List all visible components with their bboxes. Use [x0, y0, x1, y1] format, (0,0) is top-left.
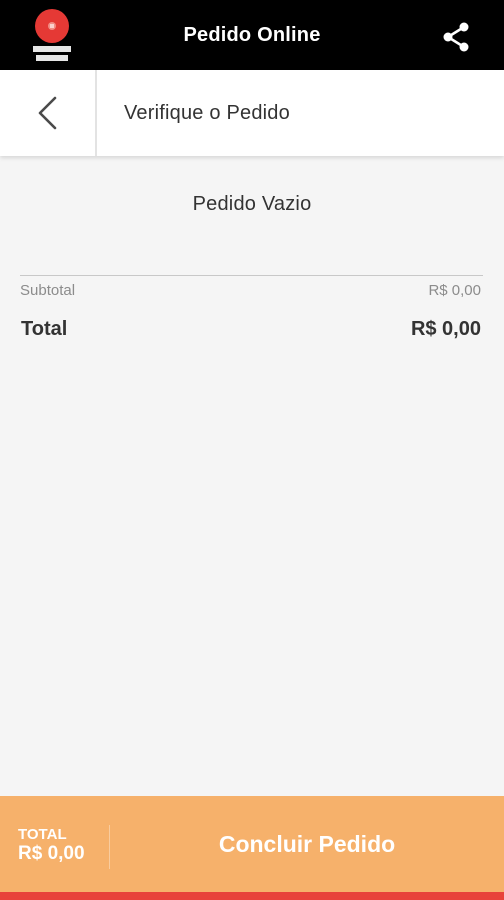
page-header: Verifique o Pedido [0, 70, 504, 156]
app-title: Pedido Online [183, 24, 321, 46]
checkout-button[interactable]: Concluir Pedido [110, 796, 504, 892]
summary-divider [20, 275, 483, 276]
empty-order-message: Pedido Vazio [192, 193, 312, 215]
chevron-left-icon [38, 96, 57, 130]
footer-total-value: R$ 0,00 [18, 843, 85, 864]
top-app-bar: Pedido Online [0, 0, 504, 70]
share-icon [443, 22, 469, 52]
bottom-accent-stripe [0, 892, 504, 900]
share-button[interactable] [436, 17, 476, 57]
subtotal-label: Subtotal [20, 282, 76, 299]
total-label: Total [21, 318, 68, 340]
total-value: R$ 0,00 [410, 318, 481, 340]
header-divider [95, 70, 97, 156]
subtotal-value: R$ 0,00 [428, 282, 481, 299]
footer-total-label: TOTAL [18, 826, 67, 843]
page-title: Verifique o Pedido [124, 102, 290, 124]
back-button[interactable] [0, 70, 95, 156]
